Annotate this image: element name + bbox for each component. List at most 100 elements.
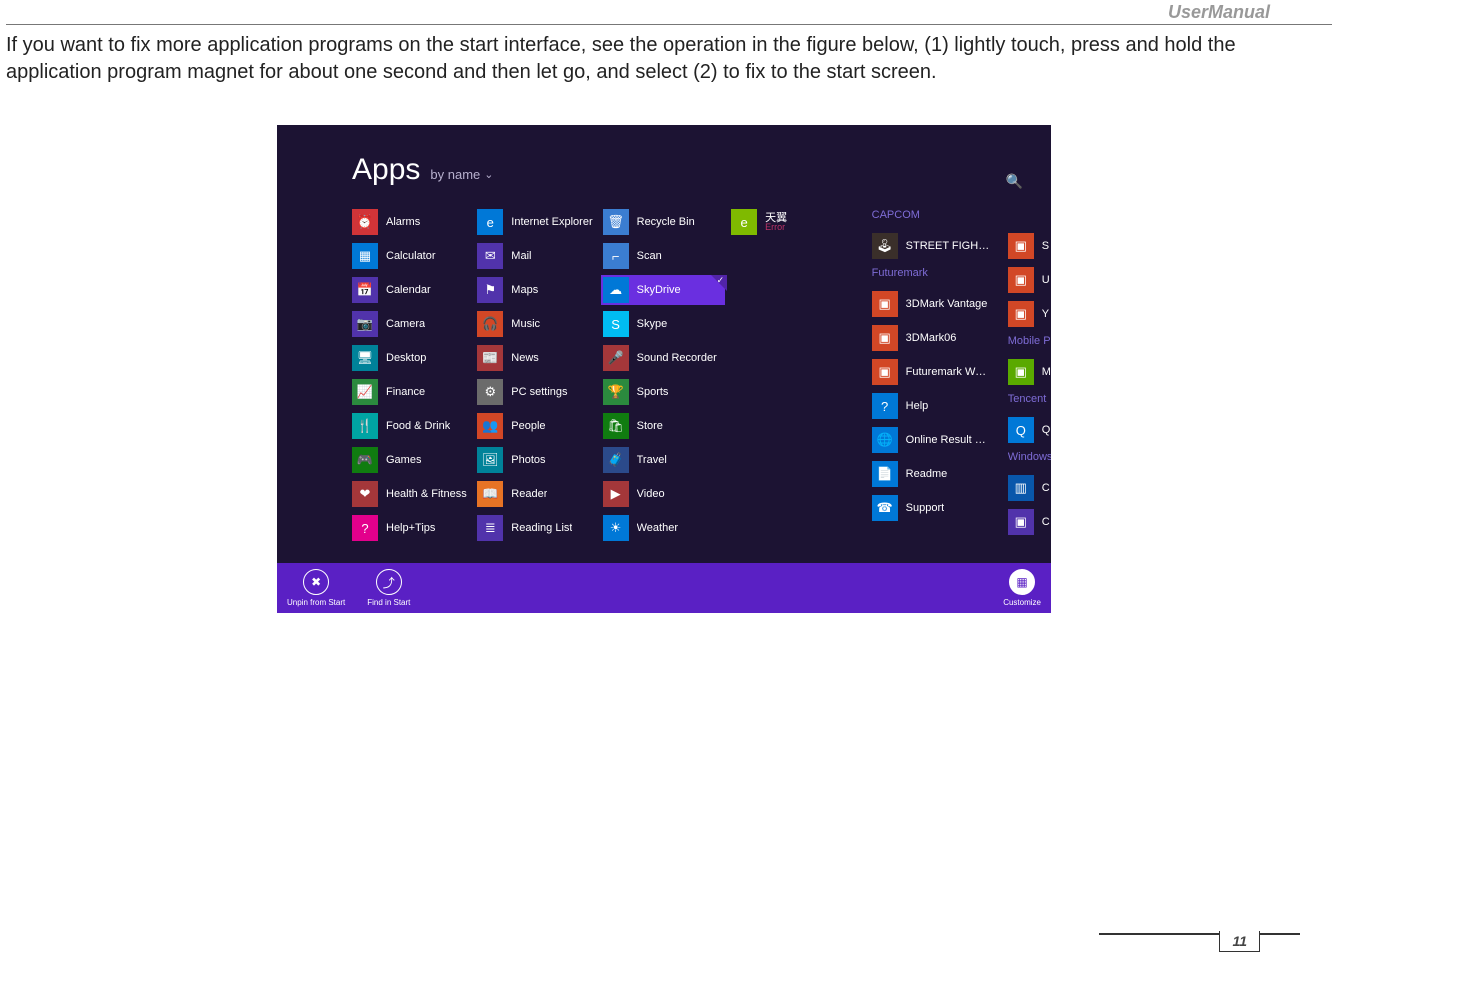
app-tile-games[interactable]: 🎮Games bbox=[352, 445, 467, 475]
app-tile-label: Q bbox=[1042, 424, 1051, 436]
page-number: 11 bbox=[1219, 931, 1260, 952]
app-tile--[interactable]: e天翼Error bbox=[731, 207, 854, 237]
app-tile-label: Y bbox=[1042, 308, 1049, 320]
group-label bbox=[1008, 209, 1051, 223]
app-tile-icon: 🛍 bbox=[603, 413, 629, 439]
app-tile-m[interactable]: ▣M bbox=[1008, 357, 1051, 387]
app-tile-icon: ▥ bbox=[1008, 475, 1034, 501]
app-tile-reader[interactable]: 📖Reader bbox=[477, 479, 592, 509]
apps-sort-label: by name bbox=[430, 167, 480, 182]
app-tile-icon: Q bbox=[1008, 417, 1034, 443]
app-bar: ✖ Unpin from Start ⤴ Find in Start ▦ Cus… bbox=[277, 563, 1051, 613]
app-tile-icon: e bbox=[477, 209, 503, 235]
app-tile-label: Desktop bbox=[386, 352, 426, 364]
app-tile-label: 天翼Error bbox=[765, 212, 787, 233]
app-tile-icon: 📰 bbox=[477, 345, 503, 371]
app-tile-health-fitness[interactable]: ❤Health & Fitness bbox=[352, 479, 467, 509]
app-tile-label: Store bbox=[637, 420, 663, 432]
app-tile-icon: ⚑ bbox=[477, 277, 503, 303]
app-tile-photos[interactable]: 🖼Photos bbox=[477, 445, 592, 475]
app-tile-s[interactable]: ▣S bbox=[1008, 231, 1051, 261]
app-tile-icon: ▣ bbox=[872, 325, 898, 351]
app-tile-calendar[interactable]: 📅Calendar bbox=[352, 275, 467, 305]
app-tile-label: Music bbox=[511, 318, 540, 330]
app-tile-3dmark06[interactable]: ▣3DMark06 bbox=[872, 323, 998, 353]
app-tile-u[interactable]: ▣U bbox=[1008, 265, 1051, 295]
app-tile-label: 3DMark Vantage bbox=[906, 298, 988, 310]
search-icon[interactable]: 🔍 bbox=[1006, 173, 1023, 190]
find-label: Find in Start bbox=[367, 598, 410, 607]
app-tile-desktop[interactable]: 🖥 Desktop bbox=[352, 343, 467, 373]
doc-header: UserManual bbox=[1168, 2, 1270, 23]
app-tile-alarms[interactable]: ⏰Alarms bbox=[352, 207, 467, 237]
app-tile-reading-list[interactable]: ≣Reading List bbox=[477, 513, 592, 543]
app-tile-label: People bbox=[511, 420, 545, 432]
app-tile-label: M bbox=[1042, 366, 1051, 378]
app-tile-icon: 📅 bbox=[352, 277, 378, 303]
app-tile-label: S bbox=[1042, 240, 1049, 252]
app-tile-recycle-bin[interactable]: 🗑Recycle Bin bbox=[603, 207, 726, 237]
app-tile-icon: 🖼 bbox=[477, 447, 503, 473]
app-tile-food-drink[interactable]: 🍴Food & Drink bbox=[352, 411, 467, 441]
app-tile-q[interactable]: QQ bbox=[1008, 415, 1051, 445]
app-tile-internet-explorer[interactable]: e Internet Explorer bbox=[477, 207, 592, 237]
app-tile-label: Sound Recorder bbox=[637, 352, 717, 364]
app-tile-video[interactable]: ▶Video bbox=[603, 479, 726, 509]
app-tile-3dmark-vantage[interactable]: ▣3DMark Vantage bbox=[872, 289, 998, 319]
app-tile-icon: ? bbox=[872, 393, 898, 419]
apps-screenshot: Apps by name ⌄ 🔍 ⏰Alarms ▦Calculator 📅Cale… bbox=[277, 125, 1051, 613]
app-tile-help-tips[interactable]: ? Help+Tips bbox=[352, 513, 467, 543]
app-tile-label: Internet Explorer bbox=[511, 216, 592, 228]
app-tile-skydrive[interactable]: ☁SkyDrive bbox=[603, 275, 726, 305]
app-tile-futuremark-website[interactable]: ▣Futuremark Website bbox=[872, 357, 998, 387]
app-tile-label: C bbox=[1042, 482, 1050, 494]
app-tile-icon: 📖 bbox=[477, 481, 503, 507]
app-tile-icon: ≣ bbox=[477, 515, 503, 541]
app-tile-people[interactable]: 👥People bbox=[477, 411, 592, 441]
app-tile-music[interactable]: 🎧Music bbox=[477, 309, 592, 339]
customize-label: Customize bbox=[1003, 598, 1041, 607]
app-tile-c[interactable]: ▣C bbox=[1008, 507, 1051, 537]
find-in-start-button[interactable]: ⤴ Find in Start bbox=[367, 569, 410, 607]
app-tile-street-fighter-iv-benchmark[interactable]: 🕹STREET FIGHTER IV BENCHMARK bbox=[872, 231, 998, 261]
customize-icon: ▦ bbox=[1009, 569, 1035, 595]
app-tile-help[interactable]: ?Help bbox=[872, 391, 998, 421]
app-tile-travel[interactable]: 🧳Travel bbox=[603, 445, 726, 475]
unpin-from-start-button[interactable]: ✖ Unpin from Start bbox=[287, 569, 345, 607]
app-tile-icon: ▣ bbox=[1008, 509, 1034, 535]
app-tile-label: Online Result Browser bbox=[906, 434, 992, 446]
app-tile-skype[interactable]: S Skype bbox=[603, 309, 726, 339]
app-tile-camera[interactable]: 📷Camera bbox=[352, 309, 467, 339]
app-tile-store[interactable]: 🛍 Store bbox=[603, 411, 726, 441]
app-tile-icon: ⌐ bbox=[603, 243, 629, 269]
app-tile-calculator[interactable]: ▦Calculator bbox=[352, 241, 467, 271]
app-tile-sports[interactable]: 🏆Sports bbox=[603, 377, 726, 407]
app-tile-finance[interactable]: 📈Finance bbox=[352, 377, 467, 407]
app-tile-online-result-browser[interactable]: 🌐Online Result Browser bbox=[872, 425, 998, 455]
app-tile-scan[interactable]: ⌐Scan bbox=[603, 241, 726, 271]
app-tile-sound-recorder[interactable]: 🎤Sound Recorder bbox=[603, 343, 726, 373]
group-label: Windows bbox=[1008, 451, 1051, 465]
customize-button[interactable]: ▦ Customize bbox=[1003, 569, 1041, 607]
app-tile-icon: 🧳 bbox=[603, 447, 629, 473]
app-tile-maps[interactable]: ⚑Maps bbox=[477, 275, 592, 305]
app-tile-weather[interactable]: ☀Weather bbox=[603, 513, 726, 543]
app-tile-c[interactable]: ▥C bbox=[1008, 473, 1051, 503]
app-tile-icon: ? bbox=[352, 515, 378, 541]
app-tile-icon: 📈 bbox=[352, 379, 378, 405]
app-tile-pc-settings[interactable]: ⚙PC settings bbox=[477, 377, 592, 407]
app-tile-y[interactable]: ▣Y bbox=[1008, 299, 1051, 329]
app-tile-readme[interactable]: 📄Readme bbox=[872, 459, 998, 489]
group-label: Tencent bbox=[1008, 393, 1051, 407]
app-tile-news[interactable]: 📰News bbox=[477, 343, 592, 373]
apps-title: Apps bbox=[352, 153, 420, 187]
app-tile-label: Help+Tips bbox=[386, 522, 435, 534]
apps-sort-button[interactable]: by name ⌄ bbox=[430, 167, 493, 182]
app-tile-label: Skype bbox=[637, 318, 668, 330]
app-tile-icon: 🖥 bbox=[352, 345, 378, 371]
app-tile-icon: 🕹 bbox=[872, 233, 898, 259]
app-tile-icon: S bbox=[603, 311, 629, 337]
app-tile-label: Food & Drink bbox=[386, 420, 450, 432]
app-tile-mail[interactable]: ✉Mail bbox=[477, 241, 592, 271]
app-tile-support[interactable]: ☎Support bbox=[872, 493, 998, 523]
